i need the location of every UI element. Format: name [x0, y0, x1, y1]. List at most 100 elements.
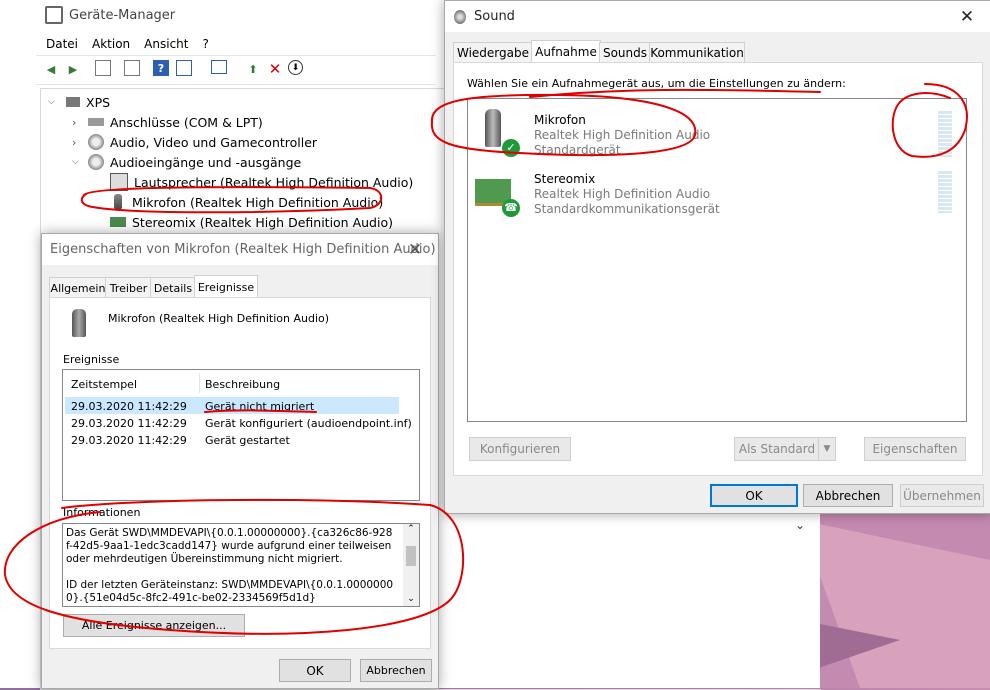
tree-item-microphone[interactable]: Mikrofon (Realtek High Definition Audio): [110, 192, 383, 212]
scroll-down-icon[interactable]: ⌄: [403, 594, 419, 604]
props-title: Eigenschaften von Mikrofon (Realtek High…: [50, 242, 436, 257]
device-driver: Realtek High Definition Audio: [534, 187, 711, 201]
properties-sheet-icon[interactable]: [95, 60, 111, 76]
props-titlebar[interactable]: Eigenschaften von Mikrofon (Realtek High…: [42, 234, 438, 265]
collapsed-chevron-icon[interactable]: ›: [72, 116, 84, 129]
properties-dialog: Eigenschaften von Mikrofon (Realtek High…: [41, 233, 439, 689]
info-text-1: Das Gerät SWD\MMDEVAPI\{0.0.1.00000000}.…: [66, 527, 393, 565]
props-ok-button[interactable]: OK: [279, 659, 351, 682]
sound-title: Sound: [474, 9, 515, 24]
help-icon[interactable]: ?: [153, 60, 169, 76]
tab-wiedergabe[interactable]: Wiedergabe: [453, 42, 533, 63]
resource-view-icon[interactable]: [176, 60, 192, 76]
microphone-icon: [114, 194, 122, 210]
col-divider[interactable]: [199, 373, 200, 393]
event-time: 29.03.2020 11:42:29: [71, 400, 187, 413]
devmgr-menubar: Datei Aktion Ansicht ?: [46, 37, 209, 51]
back-arrow-icon[interactable]: ◀: [42, 60, 60, 78]
forward-arrow-icon[interactable]: ▶: [64, 60, 82, 78]
device-status: Standardgerät: [534, 143, 621, 157]
configure-button[interactable]: Konfigurieren: [469, 437, 571, 461]
tree-item-stereomix[interactable]: Stereomix (Realtek High Definition Audio…: [110, 212, 393, 232]
event-time: 29.03.2020 11:42:29: [71, 434, 187, 447]
set-default-button[interactable]: Als Standard: [734, 437, 820, 461]
device-name: Mikrofon: [534, 113, 586, 127]
info-text-2: ID der letzten Geräteinstanz: SWD\MMDEVA…: [66, 579, 394, 604]
device-driver: Realtek High Definition Audio: [534, 128, 711, 142]
tab-details[interactable]: Details: [150, 277, 196, 298]
set-default-dropdown[interactable]: ▼: [818, 437, 836, 461]
device-properties-button[interactable]: Eigenschaften: [864, 437, 966, 461]
expanded-chevron-icon[interactable]: ⌵: [72, 157, 84, 167]
update-driver-icon[interactable]: ⬆: [244, 60, 262, 78]
tree-item-audio-io[interactable]: ⌵ Audioeingänge und -ausgänge: [72, 152, 301, 172]
sound-ok-button[interactable]: OK: [710, 484, 798, 507]
tree-item-speaker[interactable]: Lautsprecher (Realtek High Definition Au…: [110, 172, 413, 192]
menu-datei[interactable]: Datei: [46, 37, 78, 51]
info-scrollbar[interactable]: ⌃ ⌄: [403, 524, 419, 606]
disable-device-icon[interactable]: ⬇: [288, 60, 303, 75]
tab-kommunikation[interactable]: Kommunikation: [649, 42, 745, 63]
tree-root-label: XPS: [86, 94, 111, 110]
info-textbox[interactable]: Das Gerät SWD\MMDEVAPI\{0.0.1.00000000}.…: [62, 523, 420, 607]
sound-apply-button[interactable]: Übernehmen: [900, 484, 984, 507]
sound-close-button[interactable]: ✕: [944, 1, 990, 32]
recording-device-list[interactable]: ✓ Mikrofon Realtek High Definition Audio…: [467, 98, 967, 422]
menu-help[interactable]: ?: [202, 37, 208, 51]
tab-aufnahme[interactable]: Aufnahme: [531, 40, 601, 63]
device-status: Standardkommunikationsgerät: [534, 202, 720, 216]
microphone-device-icon: [485, 109, 501, 147]
col-header-desc[interactable]: Beschreibung: [205, 378, 280, 391]
scan-hardware-icon[interactable]: [211, 60, 227, 74]
tree-item-audio-video[interactable]: › Audio, Video und Gamecontroller: [72, 132, 317, 152]
tree-item-label: Stereomix (Realtek High Definition Audio…: [132, 214, 393, 230]
sound-instruction: Wählen Sie ein Aufnahmegerät aus, um die…: [467, 77, 846, 90]
expanded-chevron-icon[interactable]: ⌵: [48, 97, 60, 107]
tab-treiber[interactable]: Treiber: [105, 277, 152, 298]
props-device-name: Mikrofon (Realtek High Definition Audio): [108, 312, 330, 325]
scroll-up-icon[interactable]: ⌃: [403, 524, 419, 534]
sound-card-icon: [110, 217, 126, 227]
all-events-button[interactable]: Alle Ereignisse anzeigen...: [63, 614, 245, 637]
props-cancel-button[interactable]: Abbrechen: [360, 659, 432, 682]
chevron-down-icon[interactable]: ⌄: [790, 518, 810, 538]
speaker-icon: [88, 134, 104, 150]
events-section-label: Ereignisse: [63, 353, 120, 366]
tree-root[interactable]: ⌵ XPS: [48, 92, 110, 112]
tree-item-ports[interactable]: › Anschlüsse (COM & LPT): [72, 112, 263, 132]
sound-cancel-button[interactable]: Abbrechen: [803, 484, 893, 507]
tab-sounds[interactable]: Sounds: [599, 42, 651, 63]
event-desc: Gerät gestartet: [205, 434, 290, 447]
sound-dialog: Sound ✕ Wiedergabe Aufnahme Sounds Kommu…: [444, 0, 990, 514]
level-meter: [938, 111, 952, 157]
uninstall-icon[interactable]: ✕: [266, 60, 284, 78]
default-check-icon: ✓: [502, 139, 520, 157]
col-header-time[interactable]: Zeitstempel: [71, 378, 137, 391]
tab-ereignisse[interactable]: Ereignisse: [194, 275, 258, 298]
list-view-icon[interactable]: [124, 60, 140, 76]
events-list[interactable]: Zeitstempel Beschreibung 29.03.2020 11:4…: [62, 369, 420, 501]
collapsed-chevron-icon[interactable]: ›: [72, 136, 84, 149]
tree-item-label: Anschlüsse (COM & LPT): [110, 114, 263, 130]
speaker-icon: [88, 154, 104, 170]
devmgr-title: Geräte-Manager: [69, 7, 176, 23]
event-time: 29.03.2020 11:42:29: [71, 417, 187, 430]
device-name: Stereomix: [534, 172, 596, 186]
props-close-button[interactable]: ✕: [392, 234, 438, 265]
port-icon: [88, 118, 104, 126]
sound-titlebar[interactable]: Sound: [445, 1, 990, 32]
communications-phone-icon: ☎: [502, 199, 520, 217]
scroll-thumb[interactable]: [406, 546, 416, 566]
tab-allgemein[interactable]: Allgemein: [49, 277, 107, 298]
event-desc: Gerät nicht migriert: [205, 400, 315, 413]
speaker-device-icon: [110, 173, 128, 191]
menu-ansicht[interactable]: Ansicht: [144, 37, 188, 51]
computer-icon: [66, 97, 80, 107]
info-section-label: Informationen: [63, 506, 141, 519]
device-manager-icon: [45, 6, 63, 24]
tree-item-label: Audio, Video und Gamecontroller: [110, 134, 318, 150]
chevron-down-icon: ▼: [823, 444, 831, 454]
event-desc: Gerät konfiguriert (audioendpoint.inf): [205, 417, 412, 430]
device-microphone-icon: [72, 309, 86, 337]
menu-aktion[interactable]: Aktion: [92, 37, 130, 51]
